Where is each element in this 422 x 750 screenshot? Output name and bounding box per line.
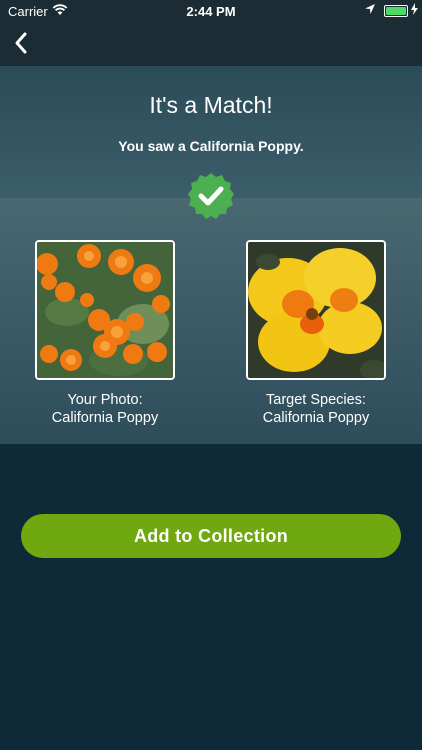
match-title: It's a Match! [149, 92, 273, 118]
target-species-caption: Target Species: California Poppy [226, 391, 406, 427]
location-arrow-icon [364, 3, 376, 18]
your-photo-species: California Poppy [51, 410, 159, 426]
battery-icon [384, 5, 408, 17]
back-button[interactable] [8, 28, 38, 58]
your-photo-label: Your Photo: [67, 392, 143, 408]
match-subtitle: You saw a California Poppy. [118, 138, 304, 154]
your-photo-caption: Your Photo: California Poppy [15, 391, 195, 427]
status-bar: Carrier 2:44 PM [0, 0, 422, 22]
target-species-photo[interactable] [246, 240, 386, 380]
yellow-poppy-photo [248, 242, 384, 378]
clock: 2:44 PM [186, 4, 236, 19]
charging-bolt-icon [411, 3, 418, 18]
target-species-name: California Poppy [262, 410, 370, 426]
orange-poppies-photo [37, 242, 173, 378]
your-photo[interactable] [35, 240, 175, 380]
nav-bar [0, 22, 422, 67]
checkmark-badge-icon [187, 172, 235, 220]
add-to-collection-button[interactable]: Add to Collection [21, 514, 401, 558]
chevron-left-icon [15, 32, 27, 54]
target-species-label: Target Species: [266, 392, 366, 408]
